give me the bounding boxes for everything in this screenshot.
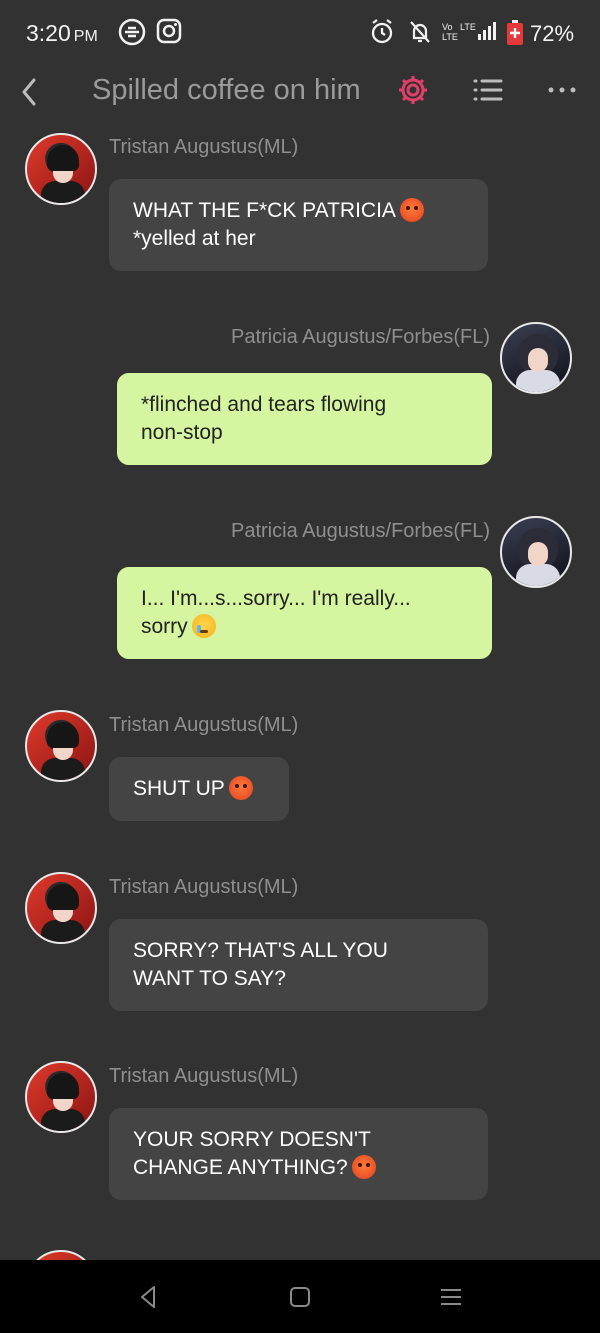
message-text: WHAT THE F*CK PATRICIA [133,199,396,222]
avatar-patricia[interactable] [500,322,572,394]
svg-text:LTE: LTE [442,32,458,42]
sender-name: Tristan Augustus(ML) [109,714,299,736]
sender-name: Tristan Augustus(ML) [109,1065,299,1087]
message-bubble-incoming[interactable]: WHAT THE F*CK PATRICIA *yelled at her [109,179,488,271]
sender-name: Patricia Augustus/Forbes(FL) [231,520,490,542]
battery-percent: 72% [530,21,575,46]
more-dots-icon [548,87,576,93]
sender-name: Patricia Augustus/Forbes(FL) [231,326,490,348]
message-text: *yelled at her [133,227,256,250]
message-text: I... I'm...s...sorry... I'm really... [141,587,411,610]
angry-face-icon [399,198,424,222]
message-text: CHANGE ANYTHING? [133,1156,348,1179]
message-bubble-incoming[interactable]: SHUT UP [109,757,289,821]
avatar-tristan[interactable] [25,133,97,205]
avatar-tristan[interactable] [25,1250,97,1260]
link-icon [118,18,146,46]
chat-messages[interactable]: Tristan Augustus(ML) WHAT THE F*CK PATRI… [0,130,600,1260]
status-bar: 3:20 PM Vo LTE LTE 72% [0,0,600,66]
system-nav-bar [0,1260,600,1333]
avatar-tristan[interactable] [25,1061,97,1133]
message-text: sorry [141,615,188,638]
back-button[interactable] [14,74,44,110]
message-text: WANT TO SAY? [133,967,286,990]
message-bubble-outgoing[interactable]: I... I'm...s...sorry... I'm really... so… [117,567,492,659]
gear-icon [399,76,427,104]
more-options-button[interactable] [545,72,581,108]
settings-button[interactable] [395,72,431,108]
sender-name: Tristan Augustus(ML) [109,876,299,898]
svg-text:LTE: LTE [460,22,476,32]
avatar-tristan[interactable] [25,710,97,782]
instagram-icon [156,18,182,44]
message-bubble-incoming[interactable]: YOUR SORRY DOESN'T CHANGE ANYTHING? [109,1108,488,1200]
message-bubble-outgoing[interactable]: *flinched and tears flowing non-stop [117,373,492,465]
crying-face-icon [191,614,216,638]
notifications-off-icon [410,21,430,43]
svg-text:Vo: Vo [442,22,453,32]
time-value: 3:20 [26,20,71,46]
battery-icon [507,20,523,45]
status-time: 3:20 PM [26,20,98,47]
message-text: non-stop [141,421,223,444]
avatar-patricia[interactable] [500,516,572,588]
message-bubble-incoming[interactable]: SORRY? THAT'S ALL YOU WANT TO SAY? [109,919,488,1011]
chat-header: Spilled coffee on him [0,66,600,130]
list-button[interactable] [470,72,506,108]
nav-home-button[interactable] [285,1282,315,1312]
message-text: YOUR SORRY DOESN'T [133,1128,371,1151]
nav-recents-button[interactable] [436,1282,466,1312]
message-text: SHUT UP [133,777,225,800]
alarm-icon [371,19,393,44]
chat-title: Spilled coffee on him [92,74,361,106]
nav-back-button[interactable] [134,1282,164,1312]
message-text: SORRY? THAT'S ALL YOU [133,939,388,962]
avatar-tristan[interactable] [25,872,97,944]
angry-face-icon [351,1155,376,1179]
signal-icon: Vo LTE LTE [442,22,496,42]
time-ampm: PM [73,28,98,45]
message-text: *flinched and tears flowing [141,393,387,416]
sender-name: Tristan Augustus(ML) [109,136,299,158]
list-icon [473,79,503,101]
angry-face-icon [228,776,253,800]
